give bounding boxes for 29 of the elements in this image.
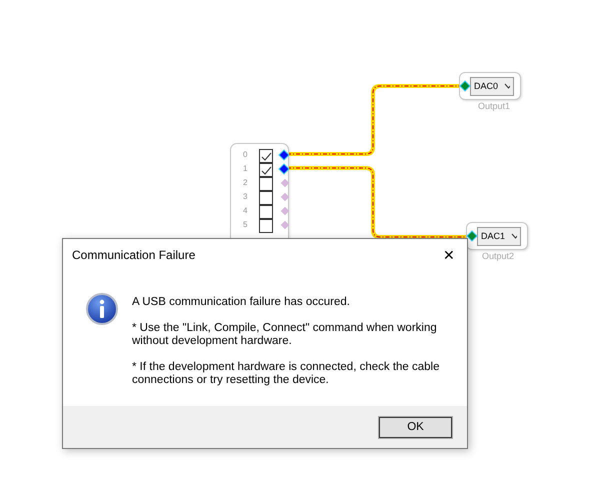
chevron-down-icon bbox=[511, 233, 517, 239]
checkbox[interactable] bbox=[259, 191, 273, 205]
info-icon bbox=[86, 293, 118, 325]
checkbox[interactable] bbox=[259, 163, 273, 177]
pin-label: 5 bbox=[243, 220, 248, 229]
checkbox[interactable] bbox=[259, 219, 273, 233]
chevron-down-icon bbox=[504, 83, 510, 89]
ok-button[interactable]: OK bbox=[378, 416, 453, 438]
pin-label: 1 bbox=[243, 164, 248, 173]
pin-label: 3 bbox=[243, 192, 248, 201]
pin-label: 4 bbox=[243, 206, 248, 215]
pin-label: 0 bbox=[243, 150, 248, 159]
pin-label: 2 bbox=[243, 178, 248, 187]
pin-connector[interactable] bbox=[280, 164, 288, 174]
checkbox[interactable] bbox=[259, 205, 273, 219]
checkbox[interactable] bbox=[259, 149, 273, 163]
message-text: * If the development hardware is connected, check the cable connections or try resetting the device. bbox=[132, 361, 440, 387]
node-label: Output2 bbox=[482, 251, 514, 261]
input-connector[interactable] bbox=[468, 232, 476, 240]
dialog-title: Communication Failure bbox=[72, 248, 196, 262]
message-text: * Use the "Link, Compile, Connect" command when working without development hardware. bbox=[132, 322, 438, 348]
close-button[interactable]: ✕ bbox=[439, 247, 459, 263]
channel-select[interactable]: DAC1 bbox=[477, 226, 521, 246]
checkbox[interactable] bbox=[259, 177, 273, 191]
node-label: Output1 bbox=[478, 101, 510, 111]
pin-connector[interactable] bbox=[280, 150, 288, 160]
message-text: A USB communication failure has occured. bbox=[132, 296, 351, 309]
input-connector[interactable] bbox=[460, 82, 470, 90]
channel-select[interactable]: DAC0 bbox=[470, 76, 514, 96]
